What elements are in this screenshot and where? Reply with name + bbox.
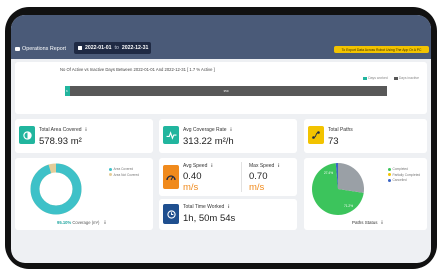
paths-title: Total Paths xyxy=(328,127,353,133)
area-value: 578.93 m² xyxy=(39,136,82,147)
coverage-donut xyxy=(30,163,82,215)
info-icon[interactable]: i xyxy=(84,127,89,132)
paths-card: Total Paths 73 xyxy=(304,119,427,153)
header-bar: Operations Report 2022-01-01 to 2022-12-… xyxy=(11,15,431,59)
info-icon[interactable]: i xyxy=(103,220,108,225)
paths-caption: Paths Status i xyxy=(352,220,385,225)
report-title: Operations Report xyxy=(15,46,66,52)
rate-card: Avg Coverage Rate i 313.22 m²/h xyxy=(159,119,297,153)
legend-days-inactive: Days inactive xyxy=(393,76,419,80)
device-frame: Operations Report 2022-01-01 to 2022-12-… xyxy=(5,7,437,269)
route-icon xyxy=(308,126,324,144)
activity-title: No Of Active vs Inactive Days Between 20… xyxy=(60,67,215,72)
pie-label-cancelled: 27.4% xyxy=(324,171,333,175)
info-icon[interactable]: i xyxy=(229,127,234,132)
calendar-icon xyxy=(78,46,82,50)
time-title: Total Time Worked i xyxy=(183,204,231,210)
clock-icon xyxy=(163,204,179,224)
avg-speed-title: Avg Speed i xyxy=(183,163,214,169)
legend-partially-completed: Partially Completed xyxy=(388,173,420,177)
coverage-card: Area Covered Area Not Covered 95.10% Cov… xyxy=(15,158,153,230)
info-icon[interactable]: i xyxy=(276,163,281,168)
max-speed-unit: m/s xyxy=(249,182,265,193)
coverage-percent: 95.10% xyxy=(57,220,72,225)
legend-cancelled: Cancelled xyxy=(388,178,420,182)
avg-speed-unit: m/s xyxy=(183,182,199,193)
covered-arc xyxy=(30,163,82,215)
max-speed-title: Max Speed i xyxy=(249,163,281,169)
info-icon[interactable]: i xyxy=(380,220,385,225)
paths-value: 73 xyxy=(328,136,339,147)
paths-legend: Completed Partially Completed Cancelled xyxy=(388,167,420,184)
coverage-legend: Area Covered Area Not Covered xyxy=(109,167,139,178)
rate-title: Avg Coverage Rate i xyxy=(183,127,234,133)
pie-half-icon xyxy=(19,126,35,144)
legend-days-worked: Days worked xyxy=(363,76,388,80)
max-speed-value: 0.70 xyxy=(249,171,268,182)
area-card: Total Area Covered i 578.93 m² xyxy=(15,119,153,153)
info-icon[interactable]: i xyxy=(209,163,214,168)
inactive-days-label: 359 xyxy=(223,89,229,93)
activity-legend: Days worked Days inactive xyxy=(363,76,419,80)
area-title: Total Area Covered i xyxy=(39,127,89,133)
date-to: 2022-12-31 xyxy=(121,45,149,51)
info-icon[interactable]: i xyxy=(226,204,231,209)
pie-slice-cancelled xyxy=(338,163,364,193)
speedometer-icon xyxy=(163,165,179,189)
time-value: 1h, 50m 54s xyxy=(183,213,236,224)
app-screen: Operations Report 2022-01-01 to 2022-12-… xyxy=(11,15,431,263)
report-title-text: Operations Report xyxy=(22,46,67,52)
avg-speed-value: 0.40 xyxy=(183,171,202,182)
pie-label-completed: 71.2% xyxy=(344,204,353,208)
legend-area-not-covered: Area Not Covered xyxy=(109,173,139,177)
activity-bar: 6 359 xyxy=(65,86,387,96)
paths-pie: 71.2% 27.4% xyxy=(312,163,364,215)
coverage-caption-text: Coverage (m²) xyxy=(72,220,100,225)
legend-area-covered: Area Covered xyxy=(109,167,139,171)
date-separator: to xyxy=(114,45,119,51)
coverage-caption: 95.10% Coverage (m²) i xyxy=(57,220,108,225)
activity-card: No Of Active vs Inactive Days Between 20… xyxy=(15,62,427,114)
legend-completed: Completed xyxy=(388,167,420,171)
pulse-icon xyxy=(163,126,179,144)
date-range-picker[interactable]: 2022-01-01 to 2022-12-31 xyxy=(74,42,151,54)
speed-divider xyxy=(241,162,242,192)
date-from: 2022-01-01 xyxy=(85,45,112,51)
rate-value: 313.22 m²/h xyxy=(183,136,234,147)
export-notice-button[interactable]: To Export Data Across Robot Using The Ap… xyxy=(334,46,429,53)
time-card: Total Time Worked i 1h, 50m 54s xyxy=(159,199,297,230)
report-icon xyxy=(15,47,20,51)
paths-status-card: 71.2% 27.4% Completed Partially Complete… xyxy=(304,158,427,230)
speed-card: Avg Speed i 0.40 m/s Max Speed i 0.70 m/s xyxy=(159,158,297,196)
